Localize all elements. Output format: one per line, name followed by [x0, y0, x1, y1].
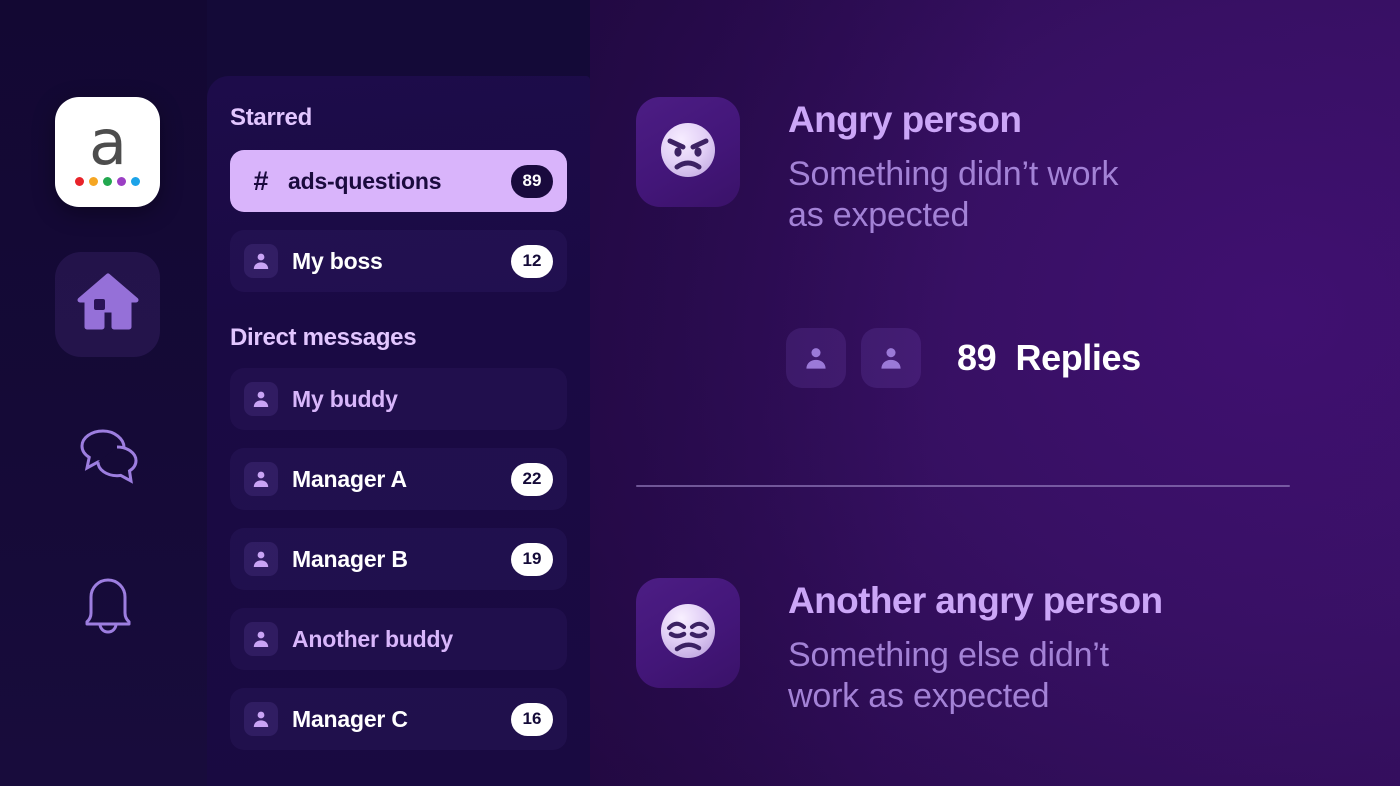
thread-message: Something else didn’t work as expected: [788, 635, 1163, 718]
unamused-face-emoji: [657, 600, 719, 667]
person-icon: [244, 622, 278, 656]
direct-messages-section-title: Direct messages: [230, 324, 417, 351]
sidebar-item-label: My boss: [292, 247, 383, 274]
unread-badge: 12: [511, 244, 553, 278]
person-icon: [244, 542, 278, 576]
thread-divider: [636, 485, 1290, 487]
person-icon: [806, 348, 826, 369]
sidebar-item-another-buddy[interactable]: Another buddy: [230, 608, 567, 670]
replies-label: Replies: [1015, 337, 1141, 378]
thread-title: Angry person: [788, 99, 1022, 140]
sidebar-item-my-buddy[interactable]: My buddy: [230, 368, 567, 430]
sidebar-item-label: Manager C: [292, 705, 408, 732]
logo-dot-blue: [131, 177, 140, 186]
person-icon: [244, 702, 278, 736]
sidebar-item-my-boss[interactable]: My boss 12: [230, 230, 567, 292]
logo-dot-green: [103, 177, 112, 186]
unread-badge: 16: [511, 702, 553, 736]
person-icon: [244, 244, 278, 278]
angry-face-emoji: [657, 119, 719, 186]
bell-icon: [79, 575, 137, 642]
sidebar-item-label: Another buddy: [292, 625, 453, 652]
unread-badge: 89: [511, 164, 553, 198]
thread-message-line2: work as expected: [788, 677, 1050, 716]
thread-item-angry-person[interactable]: Angry person Something didn’t work as ex…: [636, 97, 1119, 237]
unread-badge: 22: [511, 462, 553, 496]
logo-dot-orange: [89, 177, 98, 186]
person-icon: [244, 382, 278, 416]
sidebar-item-label: ads-questions: [288, 167, 442, 194]
sidebar-item-ads-questions[interactable]: # ads-questions 89: [230, 150, 567, 212]
app-window: a Starred # ads-questions 89 My boss 12 …: [0, 0, 1400, 786]
sidebar-item-manager-a[interactable]: Manager A 22: [230, 448, 567, 510]
app-logo-letter: a: [89, 106, 127, 179]
channel-sidebar: Starred # ads-questions 89 My boss 12 Di…: [207, 76, 590, 786]
replies-number: 89: [957, 337, 997, 378]
sidebar-item-label: My buddy: [292, 385, 398, 412]
thread-message-line1: Something else didn’t: [788, 635, 1109, 674]
logo-dot-red: [75, 177, 84, 186]
logo-dot-purple: [117, 177, 126, 186]
starred-section-title: Starred: [230, 104, 312, 131]
nav-item-home[interactable]: [55, 252, 160, 357]
sidebar-item-manager-b[interactable]: Manager B 19: [230, 528, 567, 590]
thread-text: Another angry person Something else didn…: [788, 578, 1163, 718]
chat-bubbles-icon: [75, 426, 141, 489]
thread-message-line1: Something didn’t work: [788, 154, 1119, 193]
thread-message-line2: as expected: [788, 196, 970, 235]
thread-message: Something didn’t work as expected: [788, 154, 1119, 237]
participant-avatar-2: [861, 328, 921, 388]
nav-rail: a: [0, 0, 207, 786]
replies-count: 89 Replies: [957, 337, 1141, 379]
thread-avatar-tile: [636, 578, 740, 688]
thread-item-another-angry-person[interactable]: Another angry person Something else didn…: [636, 578, 1163, 718]
participant-avatar-1: [786, 328, 846, 388]
app-logo[interactable]: a: [55, 97, 160, 207]
sidebar-item-label: Manager A: [292, 465, 407, 492]
thread-replies-row[interactable]: 89 Replies: [786, 328, 1141, 388]
nav-item-notifications[interactable]: [55, 556, 160, 661]
home-icon: [77, 273, 139, 336]
person-icon: [244, 462, 278, 496]
nav-item-chats[interactable]: [55, 405, 160, 510]
thread-text: Angry person Something didn’t work as ex…: [788, 97, 1119, 237]
app-logo-dots: [75, 177, 140, 186]
person-icon: [881, 348, 901, 369]
unread-badge: 19: [511, 542, 553, 576]
thread-avatar-tile: [636, 97, 740, 207]
sidebar-item-label: Manager B: [292, 545, 408, 572]
hash-icon: #: [253, 165, 269, 196]
thread-title: Another angry person: [788, 580, 1163, 621]
sidebar-item-manager-c[interactable]: Manager C 16: [230, 688, 567, 750]
